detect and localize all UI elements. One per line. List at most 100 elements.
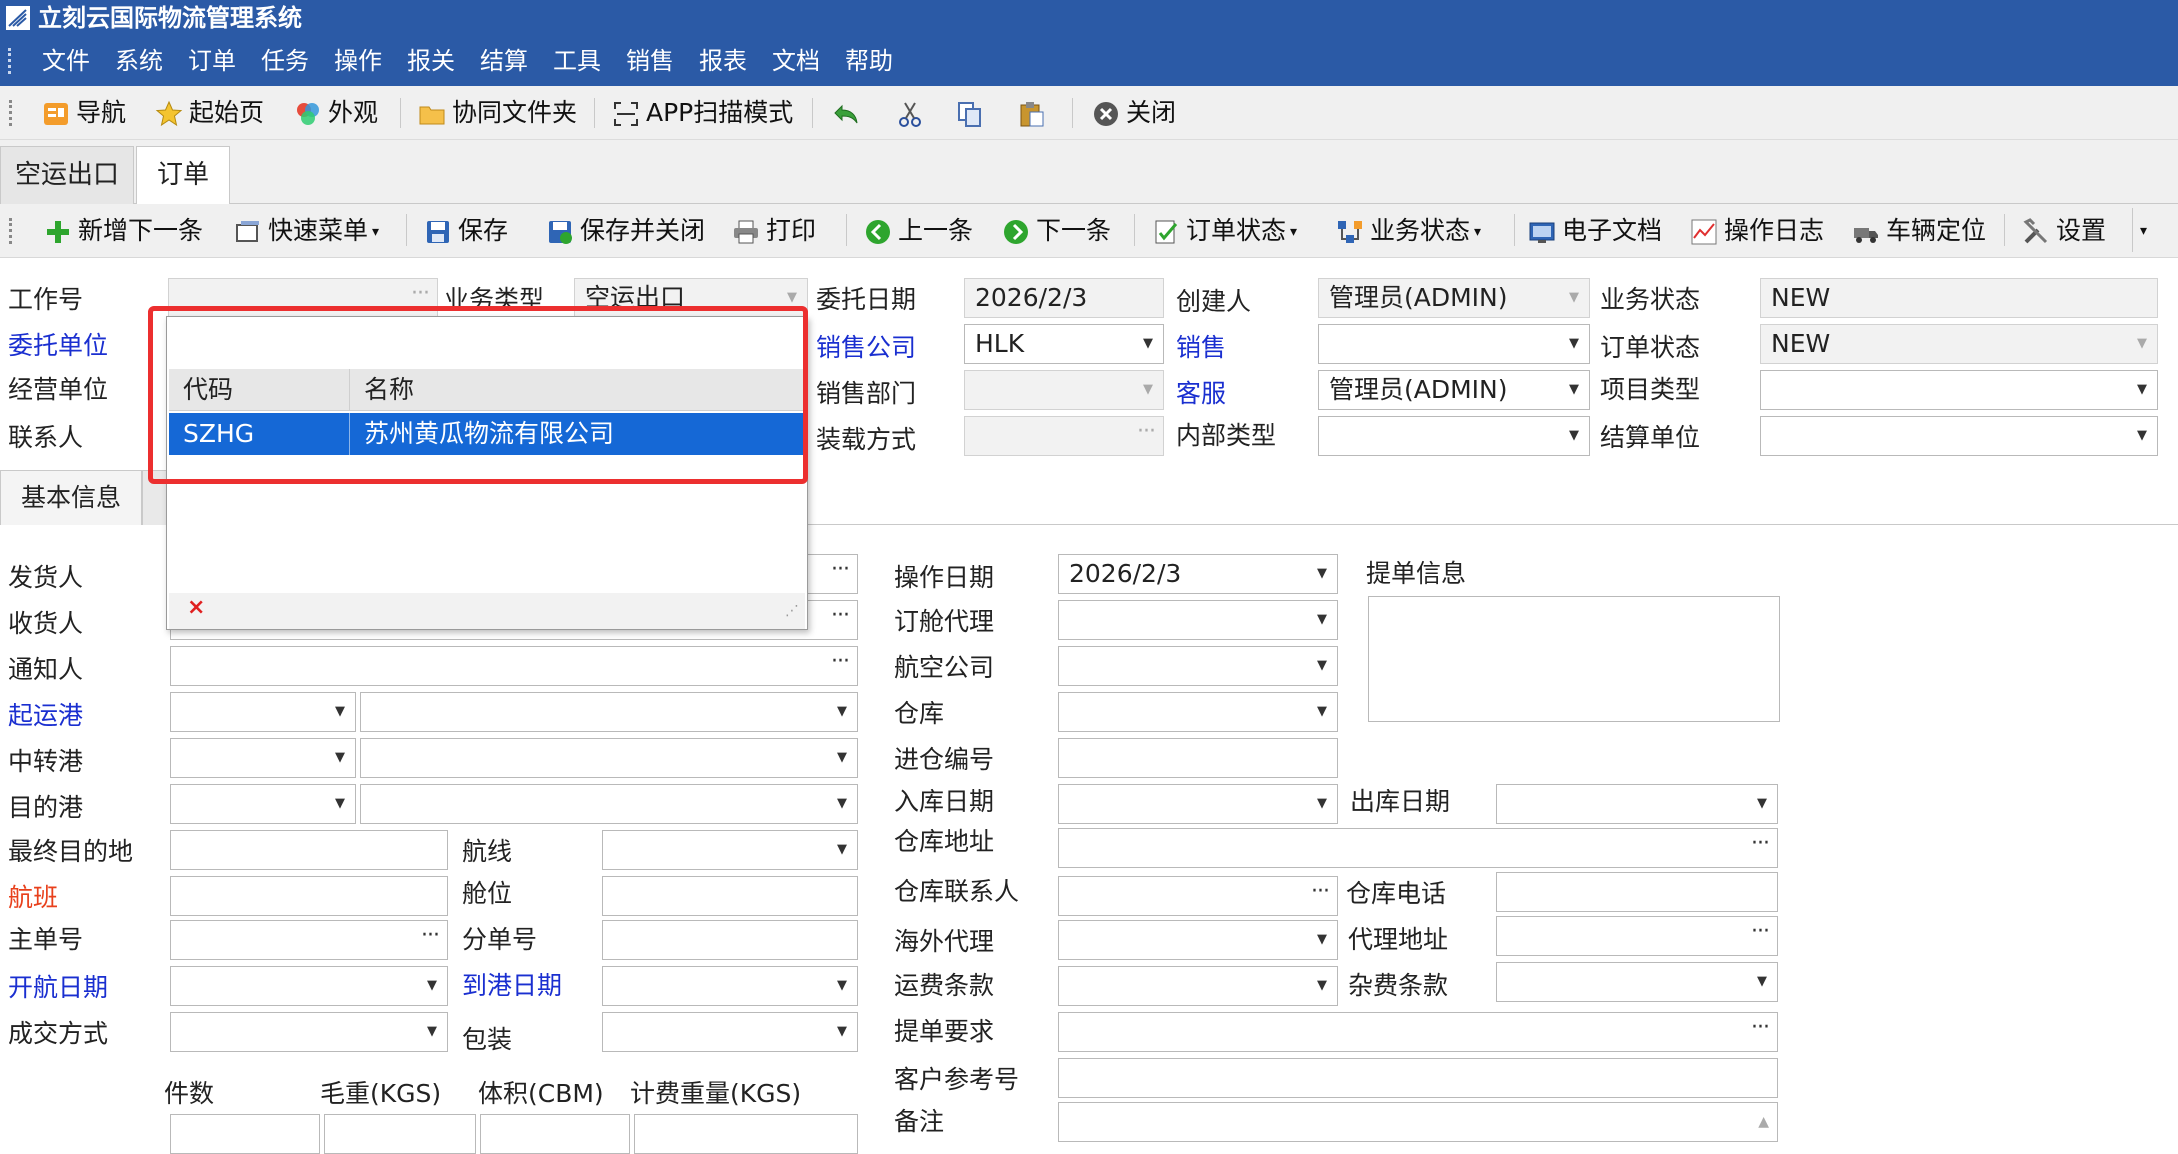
entry-no-field[interactable] [1058, 738, 1338, 778]
menu-documents[interactable]: 文档 [772, 47, 820, 75]
project-type-select[interactable]: ▼ [1760, 370, 2158, 410]
undo-button[interactable] [832, 96, 866, 130]
prev-button[interactable]: 上一条 [864, 213, 973, 249]
clear-icon[interactable]: × [187, 595, 205, 620]
airline-select[interactable]: ▼ [1058, 646, 1338, 686]
menu-order[interactable]: 订单 [188, 47, 236, 75]
final-dest-field[interactable] [170, 830, 448, 870]
menu-settlement[interactable]: 结算 [480, 47, 528, 75]
settings-button[interactable]: 设置 [2022, 213, 2106, 249]
menu-help[interactable]: 帮助 [845, 47, 893, 75]
home-button[interactable]: 起始页 [155, 96, 264, 130]
sales-company-label[interactable]: 销售公司 [816, 332, 916, 364]
packing-select[interactable]: ▼ [602, 1012, 858, 1052]
etd-field[interactable]: ▼ [170, 966, 448, 1006]
client-label[interactable]: 委托单位 [8, 330, 108, 362]
transit-code-select[interactable]: ▼ [170, 738, 356, 778]
internal-type-select[interactable]: ▼ [1318, 416, 1590, 456]
nav-button[interactable]: 导航 [42, 96, 126, 130]
menu-reports[interactable]: 报表 [699, 47, 747, 75]
ellipsis-icon[interactable]: ··· [831, 601, 850, 635]
shared-folder-button[interactable]: 协同文件夹 [418, 96, 577, 130]
op-date-field[interactable]: 2026/2/3 ▼ [1058, 554, 1338, 594]
commandbar-grip[interactable] [9, 218, 12, 244]
close-button[interactable]: 关闭 [1092, 96, 1176, 130]
trade-terms-select[interactable]: ▼ [170, 1012, 448, 1052]
creator-field[interactable]: 管理员(ADMIN) ▼ [1318, 278, 1590, 318]
booking-agent-select[interactable]: ▼ [1058, 600, 1338, 640]
save-close-button[interactable]: 保存并关闭 [546, 213, 705, 249]
order-status-field[interactable]: NEW ▼ [1760, 324, 2158, 364]
flight-field[interactable] [170, 876, 448, 916]
wh-contact-field[interactable]: ··· [1058, 876, 1338, 916]
customer-ref-field[interactable] [1058, 1058, 1778, 1098]
ellipsis-icon[interactable]: ··· [421, 921, 440, 955]
etd-label[interactable]: 开航日期 [8, 972, 108, 1004]
sales-dept-select[interactable]: ▼ [964, 370, 1164, 410]
copy-button[interactable] [956, 96, 990, 130]
freight-terms-select[interactable]: ▼ [1058, 966, 1338, 1006]
print-button[interactable]: 打印 [732, 213, 816, 249]
menu-tools[interactable]: 工具 [553, 47, 601, 75]
overseas-agent-select[interactable]: ▼ [1058, 920, 1338, 960]
biz-status-button[interactable]: 业务状态 ▾ [1336, 213, 1481, 249]
pol-name-select[interactable]: ▼ [360, 692, 858, 732]
sales-select[interactable]: ▼ [1318, 324, 1590, 364]
app-scan-button[interactable]: APP扫描模式 [612, 96, 793, 130]
loading-mode-field[interactable]: ··· [964, 416, 1164, 456]
eta-label[interactable]: 到港日期 [462, 970, 562, 1002]
menu-task[interactable]: 任务 [261, 47, 309, 75]
scroll-up-icon[interactable]: ▲ [1758, 1103, 1769, 1141]
pod-code-select[interactable]: ▼ [170, 784, 356, 824]
remarks-field[interactable]: ▲ [1058, 1102, 1778, 1142]
sales-label[interactable]: 销售 [1176, 332, 1226, 364]
order-status-button[interactable]: 订单状态 ▾ [1152, 213, 1297, 249]
edocs-button[interactable]: 电子文档 [1528, 213, 1662, 249]
cs-select[interactable]: 管理员(ADMIN) ▼ [1318, 370, 1590, 410]
eta-field[interactable]: ▼ [602, 966, 858, 1006]
vehicle-button[interactable]: 车辆定位 [1852, 213, 1986, 249]
menu-file[interactable]: 文件 [42, 47, 90, 75]
overflow-chevron-icon[interactable]: ▾ [2140, 213, 2147, 249]
ellipsis-icon[interactable]: ··· [1751, 917, 1770, 951]
notify-field[interactable]: ··· [170, 646, 858, 686]
transit-name-select[interactable]: ▼ [360, 738, 858, 778]
cabin-field[interactable] [602, 876, 858, 916]
menu-operation[interactable]: 操作 [334, 47, 382, 75]
route-select[interactable]: ▼ [602, 830, 858, 870]
save-button[interactable]: 保存 [424, 213, 508, 249]
ellipsis-icon[interactable]: ··· [831, 647, 850, 681]
out-date-field[interactable]: ▼ [1496, 784, 1778, 824]
mawb-field[interactable]: ··· [170, 920, 448, 960]
add-next-button[interactable]: 新增下一条 [44, 213, 203, 249]
tab-order[interactable]: 订单 [136, 146, 230, 205]
resize-grip-icon[interactable]: ⋰ [785, 603, 799, 619]
pol-label[interactable]: 起运港 [8, 700, 83, 732]
ellipsis-icon[interactable]: ··· [1137, 417, 1156, 451]
bl-info-textarea[interactable] [1368, 596, 1780, 722]
hawb-field[interactable] [602, 920, 858, 960]
menu-grip[interactable] [8, 48, 12, 74]
pol-code-select[interactable]: ▼ [170, 692, 356, 732]
settle-unit-select[interactable]: ▼ [1760, 416, 2158, 456]
cut-button[interactable] [896, 96, 930, 130]
sales-company-select[interactable]: HLK ▼ [964, 324, 1164, 364]
ellipsis-icon[interactable]: ··· [831, 555, 850, 589]
appearance-button[interactable]: 外观 [294, 96, 378, 130]
volume-field[interactable] [480, 1114, 630, 1154]
next-button[interactable]: 下一条 [1002, 213, 1111, 249]
wh-address-field[interactable]: ··· [1058, 828, 1778, 868]
pieces-field[interactable] [170, 1114, 320, 1154]
menu-system[interactable]: 系统 [115, 47, 163, 75]
entrust-date-field[interactable]: 2026/2/3 [964, 278, 1164, 318]
agent-address-field[interactable]: ··· [1496, 916, 1778, 956]
cs-label[interactable]: 客服 [1176, 378, 1226, 410]
ellipsis-icon[interactable]: ··· [1751, 1013, 1770, 1047]
ellipsis-icon[interactable]: ··· [1311, 877, 1330, 911]
warehouse-select[interactable]: ▼ [1058, 692, 1338, 732]
op-log-button[interactable]: 操作日志 [1690, 213, 1824, 249]
wh-phone-field[interactable] [1496, 872, 1778, 912]
tab-basic-info[interactable]: 基本信息 [0, 470, 142, 525]
misc-terms-select[interactable]: ▼ [1496, 962, 1778, 1002]
bl-requirements-field[interactable]: ··· [1058, 1012, 1778, 1052]
